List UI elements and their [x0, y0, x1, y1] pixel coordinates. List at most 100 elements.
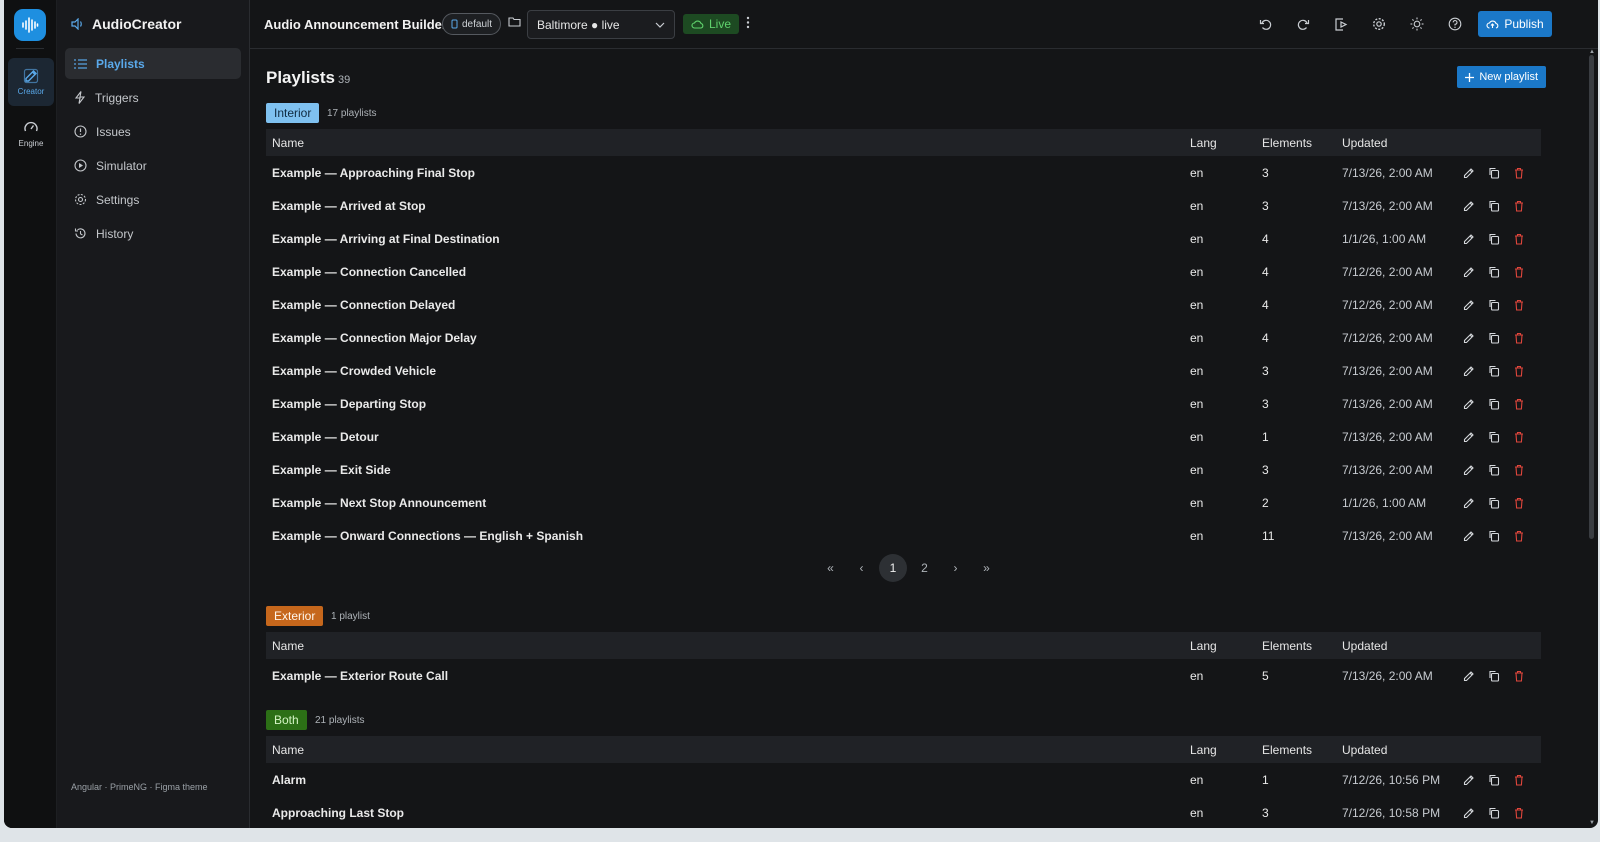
column-header-name[interactable]: Name [266, 136, 1184, 150]
table-row[interactable]: Example — Connection Major Delay en 4 7/12/… [266, 321, 1541, 354]
duplicate-icon[interactable] [1488, 233, 1500, 245]
column-header-updated[interactable]: Updated [1336, 136, 1463, 150]
playlist-name[interactable]: Alarm [266, 773, 1184, 787]
next-page-button[interactable]: › [940, 554, 971, 582]
delete-icon[interactable] [1513, 774, 1525, 786]
more-options-icon[interactable] [746, 16, 750, 32]
edit-icon[interactable] [1463, 807, 1475, 819]
duplicate-icon[interactable] [1488, 365, 1500, 377]
table-row[interactable]: Example — Exit Side en 3 7/13/26, 2:00 AM [266, 453, 1541, 486]
sidebar-item-history[interactable]: History [65, 218, 241, 249]
duplicate-icon[interactable] [1488, 200, 1500, 212]
preview-play-icon[interactable] [1331, 15, 1351, 33]
edit-icon[interactable] [1463, 670, 1475, 682]
branch-pill[interactable]: default [442, 13, 502, 35]
sidebar-item-triggers[interactable]: Triggers [65, 82, 241, 113]
table-row[interactable]: Example — Connection Cancelled en 4 7/12/26… [266, 255, 1541, 288]
delete-icon[interactable] [1513, 530, 1525, 542]
environment-select[interactable]: Baltimore ● live [527, 10, 675, 39]
sun-icon[interactable] [1407, 15, 1427, 33]
edit-icon[interactable] [1463, 167, 1475, 179]
edit-icon[interactable] [1463, 530, 1475, 542]
duplicate-icon[interactable] [1488, 299, 1500, 311]
last-page-button[interactable]: » [971, 554, 1002, 582]
duplicate-icon[interactable] [1488, 398, 1500, 410]
column-header-updated[interactable]: Updated [1336, 743, 1463, 757]
duplicate-icon[interactable] [1488, 670, 1500, 682]
table-row[interactable]: Example — Detour en 1 7/13/26, 2:00 AM [266, 420, 1541, 453]
publish-button[interactable]: Publish [1478, 11, 1552, 37]
edit-icon[interactable] [1463, 431, 1475, 443]
edit-icon[interactable] [1463, 464, 1475, 476]
table-row[interactable]: Example — Approaching Final Stop en 3 7/13/… [266, 156, 1541, 189]
first-page-button[interactable]: « [815, 554, 846, 582]
playlist-name[interactable]: Example — Exit Side [266, 463, 1184, 477]
playlist-name[interactable]: Example — Onward Connections — English +… [266, 529, 1184, 543]
delete-icon[interactable] [1513, 464, 1525, 476]
duplicate-icon[interactable] [1488, 431, 1500, 443]
page-2-button[interactable]: 2 [909, 554, 940, 582]
playlist-name[interactable]: Example — Connection Delayed [266, 298, 1184, 312]
playlist-name[interactable]: Example — Connection Cancelled [266, 265, 1184, 279]
table-row[interactable]: Alarm en 1 7/12/26, 10:56 PM [266, 763, 1541, 796]
playlist-name[interactable]: Example — Arrived at Stop [266, 199, 1184, 213]
folder-icon[interactable] [508, 16, 521, 30]
playlist-name[interactable]: Example — Departing Stop [266, 397, 1184, 411]
table-row[interactable]: Example — Onward Connections — English +… [266, 519, 1541, 552]
column-header-name[interactable]: Name [266, 743, 1184, 757]
delete-icon[interactable] [1513, 167, 1525, 179]
rail-item-creator[interactable]: Creator [8, 58, 54, 106]
sidebar-item-simulator[interactable]: Simulator [65, 150, 241, 181]
playlist-name[interactable]: Example — Arriving at Final Destination [266, 232, 1184, 246]
edit-icon[interactable] [1463, 266, 1475, 278]
playlist-name[interactable]: Approaching Last Stop [266, 806, 1184, 820]
prev-page-button[interactable]: ‹ [846, 554, 877, 582]
delete-icon[interactable] [1513, 807, 1525, 819]
table-row[interactable]: Example — Exterior Route Call en 5 7/13/26,… [266, 659, 1541, 692]
column-header-elements[interactable]: Elements [1256, 136, 1336, 150]
sidebar-item-issues[interactable]: Issues [65, 116, 241, 147]
edit-icon[interactable] [1463, 365, 1475, 377]
playlist-name[interactable]: Example — Connection Major Delay [266, 331, 1184, 345]
delete-icon[interactable] [1513, 398, 1525, 410]
edit-icon[interactable] [1463, 233, 1475, 245]
playlist-name[interactable]: Example — Crowded Vehicle [266, 364, 1184, 378]
column-header-elements[interactable]: Elements [1256, 639, 1336, 653]
edit-icon[interactable] [1463, 398, 1475, 410]
duplicate-icon[interactable] [1488, 332, 1500, 344]
edit-icon[interactable] [1463, 200, 1475, 212]
waveform-logo-icon[interactable] [14, 9, 46, 41]
table-row[interactable]: Example — Departing Stop en 3 7/13/26, 2:00… [266, 387, 1541, 420]
table-row[interactable]: Example — Crowded Vehicle en 3 7/13/26, 2:0… [266, 354, 1541, 387]
page-1-button[interactable]: 1 [879, 554, 907, 582]
column-header-elements[interactable]: Elements [1256, 743, 1336, 757]
undo-icon[interactable] [1255, 15, 1275, 33]
duplicate-icon[interactable] [1488, 497, 1500, 509]
playlist-name[interactable]: Example — Exterior Route Call [266, 669, 1184, 683]
delete-icon[interactable] [1513, 365, 1525, 377]
delete-icon[interactable] [1513, 299, 1525, 311]
playlist-name[interactable]: Example — Approaching Final Stop [266, 166, 1184, 180]
delete-icon[interactable] [1513, 431, 1525, 443]
delete-icon[interactable] [1513, 233, 1525, 245]
table-row[interactable]: Example — Arriving at Final Destination e… [266, 222, 1541, 255]
scrollbar-thumb[interactable] [1589, 55, 1594, 539]
scroll-down-arrow[interactable]: ▼ [1589, 820, 1595, 826]
gear-icon[interactable] [1369, 15, 1389, 33]
table-row[interactable]: Example — Connection Delayed en 4 7/12/26, … [266, 288, 1541, 321]
edit-icon[interactable] [1463, 497, 1475, 509]
edit-icon[interactable] [1463, 332, 1475, 344]
rail-item-engine[interactable]: Engine [8, 110, 54, 158]
table-row[interactable]: Example — Next Stop Announcement en 2 1/1/2… [266, 486, 1541, 519]
column-header-lang[interactable]: Lang [1184, 136, 1256, 150]
column-header-lang[interactable]: Lang [1184, 639, 1256, 653]
duplicate-icon[interactable] [1488, 530, 1500, 542]
delete-icon[interactable] [1513, 332, 1525, 344]
sidebar-item-settings[interactable]: Settings [65, 184, 241, 215]
delete-icon[interactable] [1513, 497, 1525, 509]
table-row[interactable]: Example — Arrived at Stop en 3 7/13/26, 2:0… [266, 189, 1541, 222]
help-icon[interactable] [1445, 15, 1465, 33]
new-playlist-button[interactable]: New playlist [1457, 66, 1546, 88]
duplicate-icon[interactable] [1488, 266, 1500, 278]
live-status-badge[interactable]: Live [683, 14, 740, 34]
